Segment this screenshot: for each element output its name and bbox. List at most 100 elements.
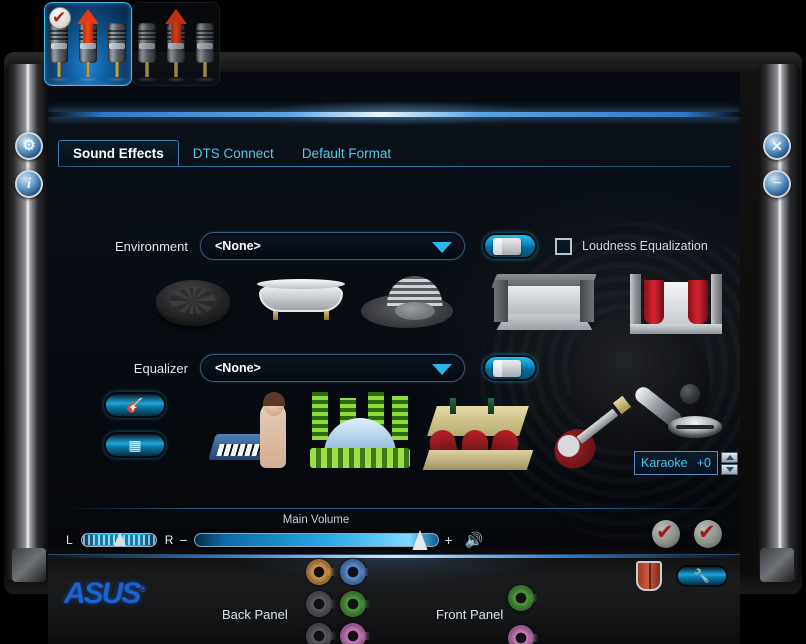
asus-logo: ASUS® [64,577,146,611]
center-subwoofer-jack[interactable] [306,559,336,585]
bathtub-icon [257,276,346,322]
club-table-icon [422,398,536,474]
right-foot [760,548,794,582]
loudness-equalization-checkbox[interactable]: Loudness Equalization [555,237,708,255]
preset-pop-keyboard[interactable] [208,392,290,468]
preset-bathroom[interactable] [241,268,346,342]
main-volume-slider[interactable] [193,530,439,550]
front-panel-label: Front Panel [436,607,504,622]
tab-sound-effects-label: Sound Effects [73,146,164,161]
close-icon[interactable]: ✕ [763,132,791,160]
checkbox-box [555,237,572,255]
guitar-icon: 🎸 [126,397,144,413]
preset-auditorium[interactable] [606,268,736,342]
front-microphone-jack[interactable] [508,625,538,644]
device-tab-digital-output[interactable] [132,2,220,86]
balance-slider-thumb[interactable] [111,534,128,546]
keyboard-player-icon [208,392,290,468]
karaoke-down-button[interactable] [721,463,738,475]
karaoke-spin-buttons [721,451,738,475]
main-volume-thumb[interactable] [411,530,428,550]
balance-right-label: R [164,533,174,547]
karaoke-value: +0 [696,456,711,470]
preset-room[interactable] [476,268,606,342]
tab-default-format[interactable]: Default Format [288,141,405,166]
ok-check-button[interactable]: ✔ [694,520,722,548]
electric-guitar-icon [547,395,632,476]
device-icon[interactable] [636,561,662,591]
karaoke-value-field[interactable]: Karaoke +0 [634,451,718,475]
apply-check-button[interactable]: ✔ [652,520,680,548]
equalizer-value: <None> [215,361,261,375]
tab-dts-connect[interactable]: DTS Connect [179,141,288,166]
red-arrow-icon-2 [165,9,187,43]
wrench-icon: 🔧 [693,568,711,583]
equalizer-select[interactable]: <None> [200,354,465,382]
environment-row: Environment <None> Loudness Equalization [74,232,708,260]
preset-rock-pill[interactable]: 🎸 [104,392,166,418]
environment-preset-row [136,268,736,342]
tab-underline [58,166,730,167]
minimize-glyph: − [772,175,782,192]
speaker-icon[interactable]: 🔊 [465,531,484,549]
audio-manager-window: ✔ ⚙ i ✕ − Sound Effects DTS Connect Defa… [0,0,806,644]
main-volume-label: Main Volume [282,514,350,526]
line-out-jack[interactable] [340,591,370,617]
active-device-check-icon: ✔ [49,7,71,29]
loudness-equalization-label: Loudness Equalization [582,239,708,253]
device-tab-speakers[interactable]: ✔ [44,2,132,86]
asus-logo-mark: ® [139,584,145,594]
main-screen: Sound Effects DTS Connect Default Format… [48,72,740,550]
stone-corridor-icon [360,276,453,328]
environment-label: Environment [115,238,188,254]
concert-crowd-icon [310,392,410,468]
back-panel-label: Back Panel [222,607,288,622]
chevron-down-icon-2 [432,364,452,375]
front-headphone-jack[interactable] [508,585,538,611]
microphone-jack[interactable] [340,623,370,644]
preset-karaoke-mic[interactable] [632,382,740,454]
balance-slider[interactable] [80,533,157,547]
tab-sound-effects[interactable]: Sound Effects [58,140,179,166]
tab-strip: Sound Effects DTS Connect Default Format [58,138,730,166]
eq-pill-column: 🎸 ▦ [104,392,166,458]
preset-guitar-rock[interactable] [547,395,632,476]
preset-club-lounge[interactable] [422,398,536,474]
environment-select[interactable]: <None> [200,232,465,260]
preset-stone-corridor[interactable] [347,268,477,342]
check-glyph: ✔ [52,8,67,28]
karaoke-label: Karaoke [641,456,688,470]
connector-settings-button[interactable]: 🔧 [676,565,728,587]
line-in-jack[interactable] [340,559,370,585]
preset-graphic-eq-pill[interactable]: ▦ [104,432,166,458]
left-foot [12,548,46,582]
ok-check-icon: ✔ [698,520,716,544]
room-icon [491,274,598,332]
connector-panel: ASUS® Back Panel Front Panel ANALOG DIGI… [48,554,740,644]
tab-default-format-label: Default Format [301,146,392,161]
microphone-lips-icon [632,382,740,454]
equalizer-row: Equalizer <None> [74,354,537,382]
red-arrow-icon [77,9,99,43]
back-panel-jacks [306,559,370,644]
volume-increase-button[interactable]: + [439,532,459,548]
preset-live-concert[interactable] [310,392,410,468]
main-volume-wrap: Main Volume [193,514,439,550]
environment-toggle[interactable] [483,233,537,259]
karaoke-up-button[interactable] [721,451,738,463]
device-tab-strip: ✔ [44,2,264,90]
gear-icon[interactable]: ⚙ [15,132,43,160]
side-speaker-jack[interactable] [306,591,336,617]
volume-divider [62,508,726,509]
rear-speaker-jack[interactable] [306,623,336,644]
auditorium-icon [630,272,723,334]
equalizer-label: Equalizer [133,360,188,376]
volume-decrease-button[interactable]: − [173,532,193,548]
karaoke-stepper: Karaoke +0 [634,451,738,475]
minimize-icon[interactable]: − [763,170,791,198]
close-glyph: ✕ [771,137,783,154]
light-bar [48,112,740,117]
preset-sewer-pipe[interactable] [136,268,241,342]
equalizer-toggle[interactable] [483,355,537,381]
info-icon[interactable]: i [15,170,43,198]
